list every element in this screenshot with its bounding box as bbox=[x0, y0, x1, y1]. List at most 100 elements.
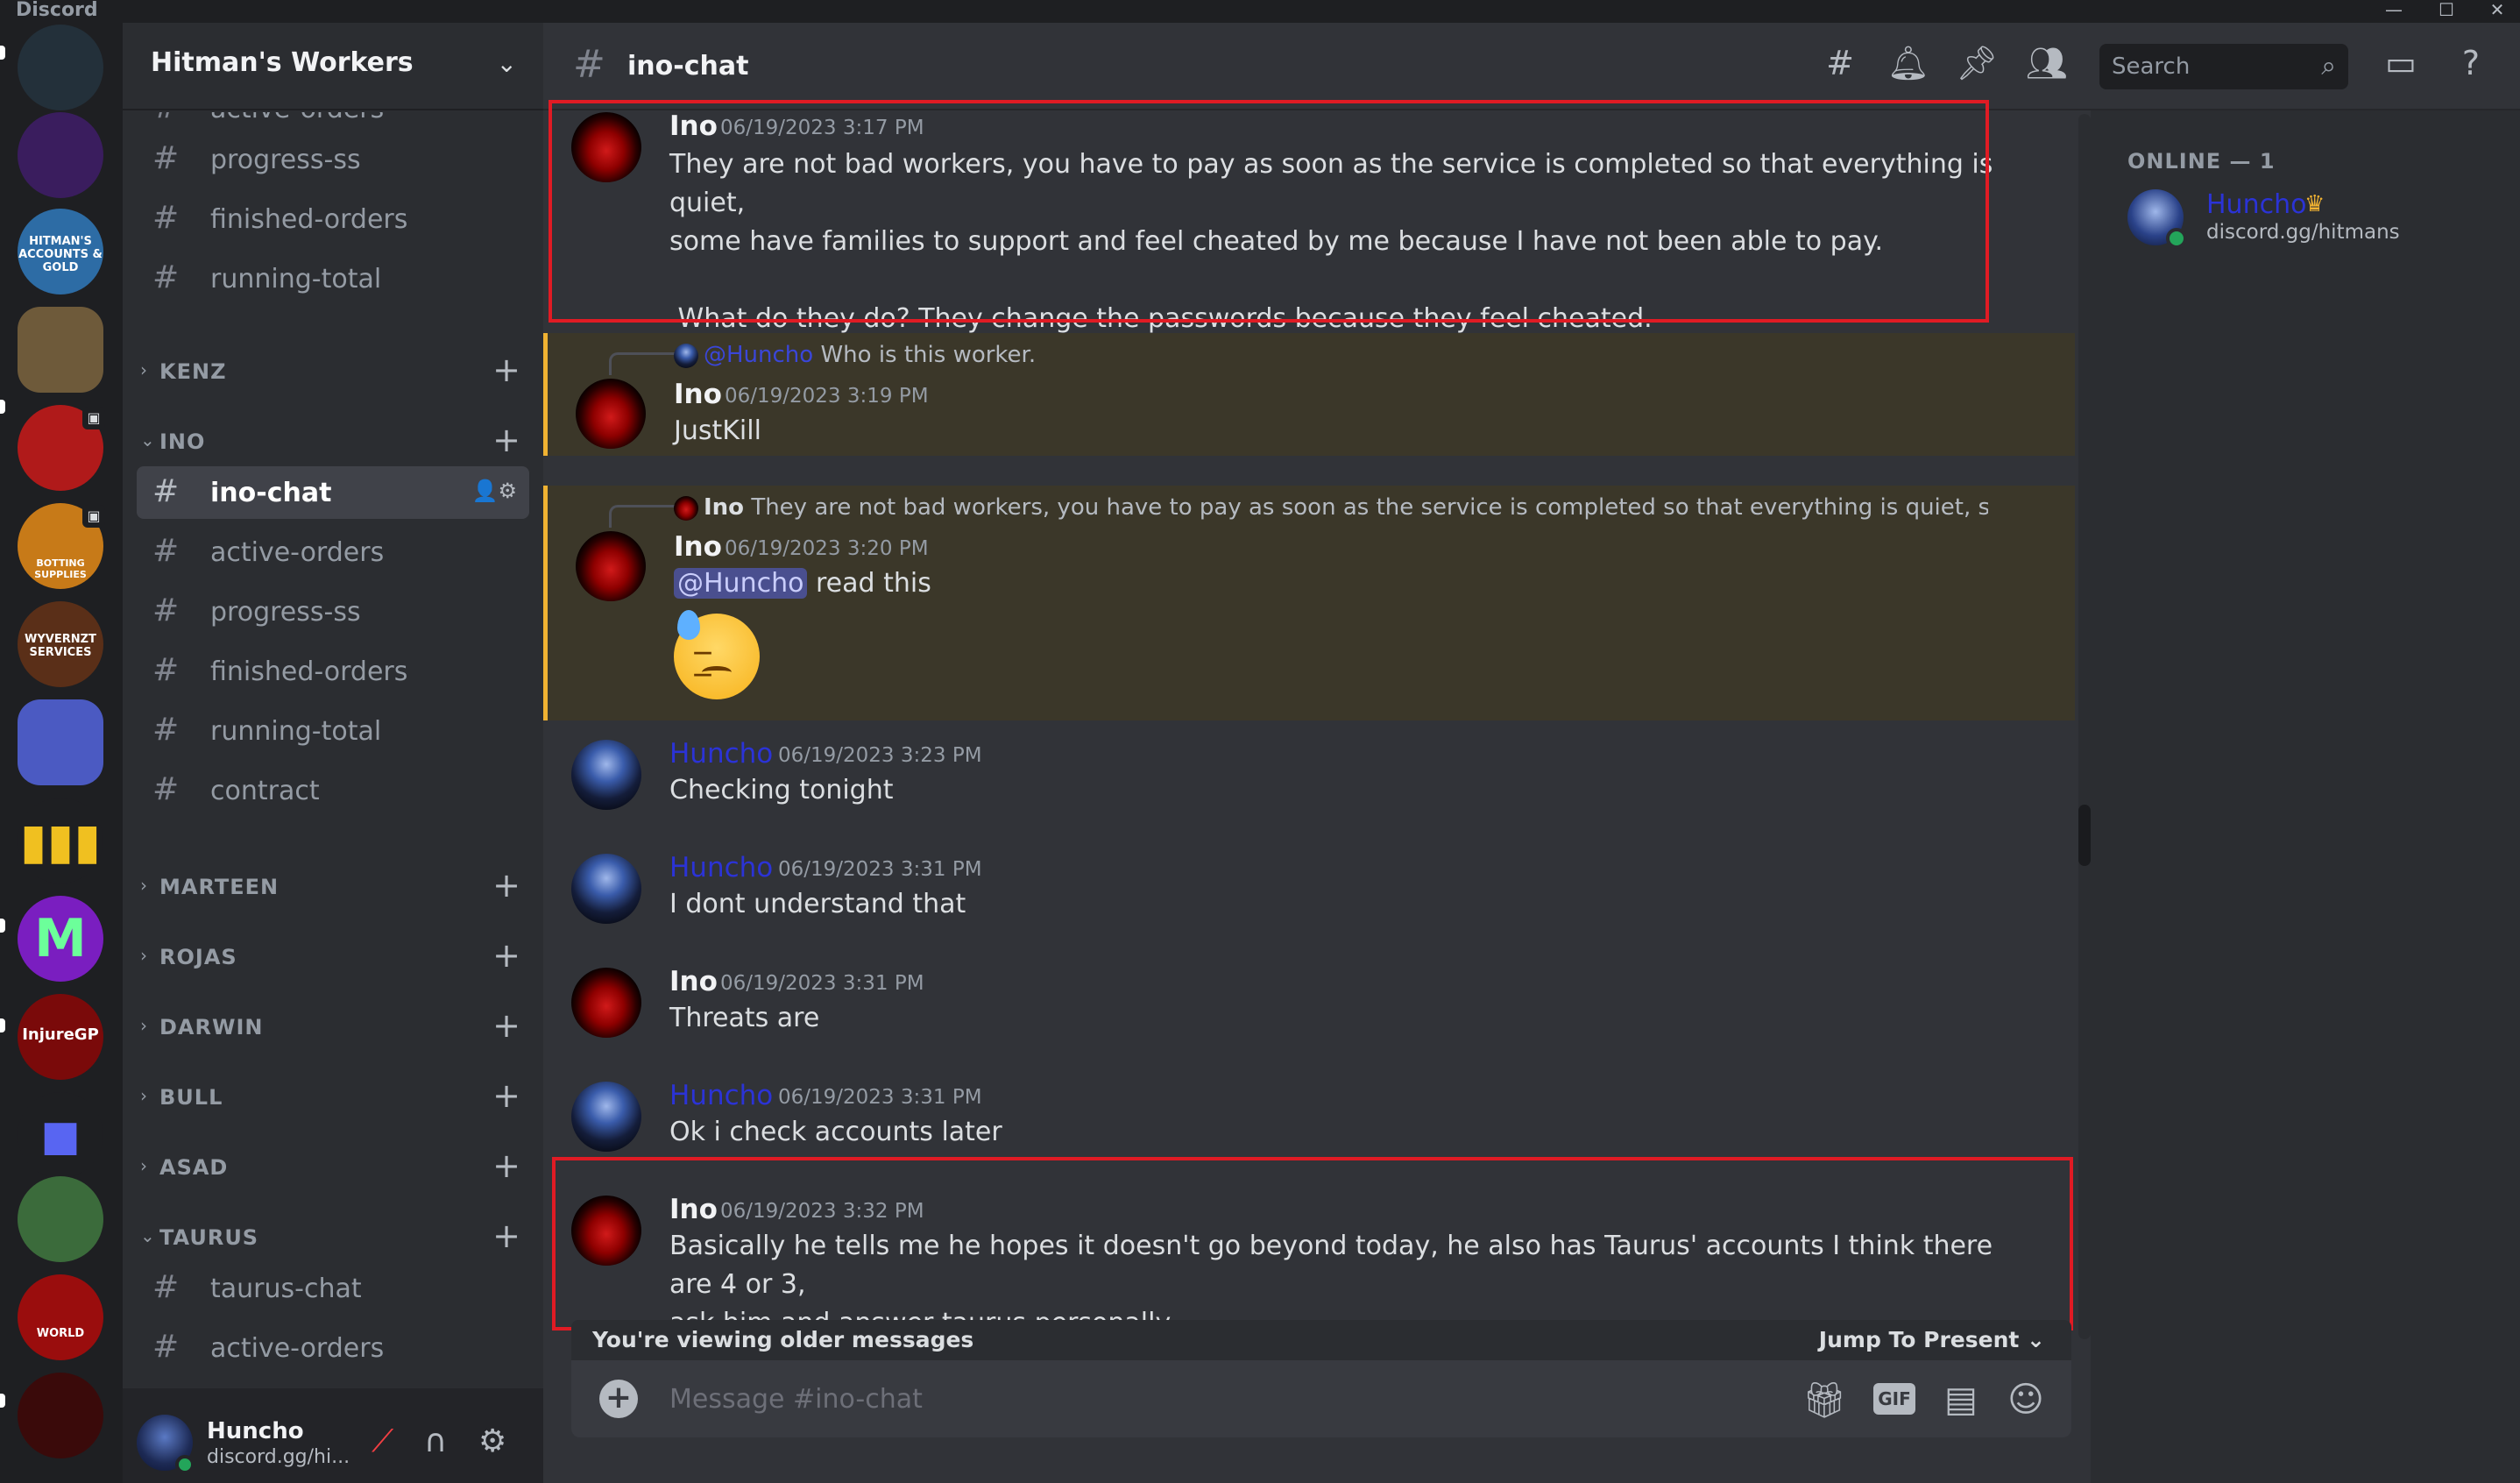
channel-finished-orders[interactable]: # finished-orders bbox=[137, 193, 529, 245]
guild-header[interactable]: Hitman's Workers ⌄ bbox=[123, 23, 543, 110]
add-channel-icon[interactable]: + bbox=[492, 351, 520, 389]
channel-finished-orders[interactable]: # finished-orders bbox=[137, 645, 529, 698]
chevron-down-icon: ⌄ bbox=[140, 1225, 155, 1246]
channel-name: active-orders bbox=[210, 112, 384, 124]
reply-preview[interactable]: Ino They are not bad workers, you have t… bbox=[674, 494, 1988, 521]
reply-text: Who is this worker. bbox=[820, 342, 1037, 368]
jump-to-present-button[interactable]: Jump To Present ⌄ bbox=[1819, 1327, 2045, 1352]
server-icon[interactable]: BOTTING SUPPLIES ▣ bbox=[18, 503, 105, 589]
chevron-down-icon[interactable]: ⌄ bbox=[497, 49, 517, 78]
message-timestamp: 06/19/2023 3:23 PM bbox=[778, 744, 982, 767]
server-icon[interactable]: M bbox=[18, 896, 103, 982]
category-taurus[interactable]: ⌄ TAURUS + bbox=[131, 1217, 534, 1255]
category-bull[interactable]: › BULL + bbox=[131, 1076, 534, 1115]
channel-progress-ss[interactable]: # progress-ss bbox=[137, 133, 529, 186]
message-timestamp: 06/19/2023 3:31 PM bbox=[778, 1086, 982, 1109]
bell-icon[interactable]: 🔔︎ bbox=[1886, 44, 1931, 83]
emoji-icon[interactable]: ☺ bbox=[2003, 1380, 2049, 1420]
inbox-icon[interactable]: ▭ bbox=[2378, 44, 2424, 82]
close-window-button[interactable]: ✕ bbox=[2476, 0, 2518, 23]
microphone-muted-icon[interactable]: ⟋ bbox=[372, 1423, 393, 1460]
scrollbar-thumb[interactable] bbox=[2078, 805, 2091, 866]
search-input[interactable] bbox=[2099, 44, 2301, 89]
channel-running-total[interactable]: # running-total bbox=[137, 705, 529, 757]
server-icon[interactable] bbox=[18, 307, 103, 393]
channel-taurus-chat[interactable]: # taurus-chat bbox=[137, 1262, 529, 1315]
server-icon[interactable]: HITMAN'S ACCOUNTS & GOLD bbox=[18, 209, 103, 294]
server-icon[interactable] bbox=[18, 1373, 103, 1458]
add-channel-icon[interactable]: + bbox=[492, 1076, 520, 1115]
reply-preview[interactable]: @Huncho Who is this worker. bbox=[674, 342, 1988, 368]
user-mention[interactable]: @Huncho bbox=[674, 568, 808, 599]
server-icon[interactable]: WORLD bbox=[18, 1274, 103, 1360]
older-messages-label: You're viewing older messages bbox=[592, 1327, 974, 1352]
server-icon[interactable] bbox=[18, 1176, 103, 1262]
channel-progress-ss[interactable]: # progress-ss bbox=[137, 585, 529, 638]
avatar[interactable] bbox=[576, 531, 646, 601]
avatar[interactable] bbox=[571, 854, 641, 924]
add-attachment-button[interactable]: + bbox=[599, 1380, 638, 1418]
message-author[interactable]: Huncho bbox=[669, 852, 773, 883]
chevron-right-icon: › bbox=[140, 875, 147, 896]
add-channel-icon[interactable]: + bbox=[492, 1146, 520, 1185]
add-channel-icon[interactable]: + bbox=[492, 1006, 520, 1045]
server-icon[interactable]: InjureGP bbox=[18, 994, 103, 1080]
server-icon[interactable]: WYVERNZT SERVICES bbox=[18, 601, 103, 687]
gif-button[interactable]: GIF bbox=[1873, 1383, 1915, 1415]
channel-active-orders[interactable]: # active-orders bbox=[137, 526, 529, 578]
channel-name: contract bbox=[210, 776, 320, 806]
message-author[interactable]: Huncho bbox=[669, 738, 773, 770]
channel-active-orders[interactable]: # active-orders bbox=[137, 1322, 529, 1374]
add-channel-icon[interactable]: + bbox=[492, 1217, 520, 1255]
server-icon[interactable] bbox=[18, 25, 103, 110]
pin-icon[interactable]: 📌︎ bbox=[1954, 44, 2000, 83]
message-author[interactable]: Ino bbox=[674, 379, 722, 410]
user-name[interactable]: Huncho bbox=[207, 1418, 304, 1444]
gear-icon[interactable]: ⚙ bbox=[478, 1423, 506, 1459]
scrollbar-track[interactable] bbox=[2078, 114, 2091, 1339]
server-icon[interactable]: ▣ bbox=[18, 405, 105, 491]
channel-ino-chat[interactable]: # ino-chat 👤⚙ bbox=[137, 466, 529, 519]
add-channel-icon[interactable]: + bbox=[492, 421, 520, 459]
gift-icon[interactable]: 🎁︎ bbox=[1802, 1380, 1847, 1421]
server-icon[interactable]: ▮▮▮ bbox=[18, 798, 103, 883]
message-input[interactable] bbox=[668, 1373, 1456, 1425]
invite-and-settings-icons[interactable]: 👤⚙ bbox=[472, 479, 517, 503]
help-icon[interactable]: ? bbox=[2448, 44, 2494, 82]
chevron-right-icon: › bbox=[140, 359, 147, 380]
category-marteen[interactable]: › MARTEEN + bbox=[131, 866, 534, 905]
search-box[interactable]: ⌕ bbox=[2099, 44, 2348, 89]
channel-contract[interactable]: # contract bbox=[137, 764, 529, 817]
channel-name: active-orders bbox=[210, 537, 385, 568]
threads-icon[interactable]: # bbox=[1817, 44, 1863, 82]
category-rojas[interactable]: › ROJAS + bbox=[131, 936, 534, 975]
server-folder[interactable]: ■ bbox=[18, 1092, 103, 1178]
hash-icon: # bbox=[152, 652, 180, 688]
avatar[interactable] bbox=[571, 968, 641, 1038]
server-icon[interactable] bbox=[18, 699, 103, 785]
category-ino[interactable]: ⌄ INO + bbox=[131, 421, 534, 459]
member-name[interactable]: Huncho bbox=[2206, 189, 2306, 220]
category-darwin[interactable]: › DARWIN + bbox=[131, 1006, 534, 1045]
server-icon[interactable] bbox=[18, 112, 103, 198]
maximize-button[interactable]: ☐ bbox=[2425, 0, 2467, 23]
message-text-rest: read this bbox=[807, 568, 931, 599]
channel-active-orders[interactable]: # active-orders bbox=[137, 112, 529, 135]
add-channel-icon[interactable]: + bbox=[492, 866, 520, 905]
member-list-icon[interactable]: 👥︎ bbox=[2024, 44, 2070, 83]
message-author[interactable]: Huncho bbox=[669, 1080, 773, 1111]
headphones-icon[interactable]: ∩ bbox=[424, 1423, 447, 1459]
message-author[interactable]: Ino bbox=[669, 966, 718, 997]
avatar[interactable] bbox=[571, 1082, 641, 1152]
sticker-icon[interactable]: ▤ bbox=[1938, 1380, 1984, 1420]
message-author[interactable]: Ino bbox=[674, 531, 722, 563]
message-text: JustKill bbox=[674, 415, 761, 446]
add-channel-icon[interactable]: + bbox=[492, 936, 520, 975]
channel-running-total[interactable]: # running-total bbox=[137, 252, 529, 305]
avatar[interactable] bbox=[576, 379, 646, 449]
avatar[interactable] bbox=[571, 740, 641, 810]
category-title: KENZ bbox=[159, 359, 227, 384]
category-asad[interactable]: › ASAD + bbox=[131, 1146, 534, 1185]
category-kenz[interactable]: › KENZ + bbox=[131, 351, 534, 389]
minimize-button[interactable]: — bbox=[2373, 0, 2415, 23]
